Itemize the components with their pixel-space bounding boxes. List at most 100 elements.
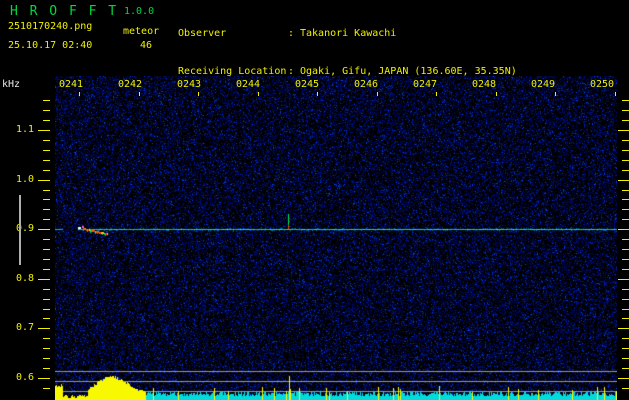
freq-tick-left [43, 170, 50, 171]
info-value: Takanori Kawachi [300, 28, 397, 39]
app-version: 1.0.0 [124, 6, 155, 17]
info-label: Observer [178, 28, 227, 39]
freq-tick-right [622, 318, 629, 319]
freq-tick-right [622, 269, 629, 270]
freq-tick-right [622, 140, 629, 141]
khz-unit-label: kHz [2, 79, 21, 90]
freq-tick-right [622, 110, 629, 111]
freq-label: 0.9 [15, 223, 34, 235]
freq-label: 0.6 [15, 372, 34, 383]
freq-tick-right [622, 358, 629, 359]
freq-tick-right [622, 160, 629, 161]
freq-tick-left [43, 299, 50, 300]
time-label: 0241 [58, 79, 84, 90]
freq-tick-left [43, 358, 50, 359]
echo-count: 46 [140, 40, 153, 51]
mode-label: meteor [123, 26, 160, 37]
freq-label: 1.0 [15, 173, 34, 185]
freq-tick-right [622, 170, 629, 171]
freq-tick-left [38, 130, 50, 131]
time-tick [317, 92, 318, 96]
freq-label: 1.1 [15, 124, 34, 135]
time-tick [614, 92, 616, 96]
freq-tick-left [38, 378, 50, 379]
info-row-observer: Observer: Takanori Kawachi [178, 28, 517, 41]
time-tick [436, 92, 437, 96]
freq-tick-left [43, 269, 50, 270]
time-tick [138, 92, 140, 96]
freq-tick-right [622, 120, 629, 121]
time-label: 0245 [294, 79, 320, 90]
freq-tick-right [622, 190, 629, 191]
time-label: 0250 [589, 79, 615, 90]
time-label: 0244 [235, 79, 261, 90]
output-filename: 2510170240.png [8, 21, 93, 32]
time-label: 0243 [176, 79, 202, 90]
freq-tick-left [43, 110, 50, 111]
freq-tick-left [43, 199, 50, 200]
freq-tick-right [618, 130, 629, 131]
freq-tick-right [622, 219, 629, 220]
time-tick [376, 92, 378, 96]
freq-tick-left [43, 309, 50, 310]
freq-tick-left [43, 120, 50, 121]
time-tick [495, 92, 497, 96]
freq-tick-left [43, 190, 50, 191]
freq-tick-right [618, 328, 629, 329]
freq-tick-right [618, 229, 629, 230]
freq-tick-right [618, 378, 629, 379]
time-label: 0246 [353, 79, 379, 90]
freq-tick-left [38, 180, 50, 181]
datetime-label: 25.10.17 02:40 [8, 40, 93, 51]
freq-tick-left [43, 209, 50, 210]
freq-tick-left [43, 140, 50, 141]
info-colon: : [288, 28, 295, 39]
spectrogram-canvas [55, 76, 617, 400]
time-label: 0249 [530, 79, 556, 90]
freq-tick-left [43, 338, 50, 339]
freq-tick-right [622, 309, 629, 310]
freq-tick-left [43, 100, 50, 101]
freq-tick-left [43, 150, 50, 151]
time-tick [555, 92, 556, 96]
freq-tick-right [622, 368, 629, 369]
freq-tick-right [622, 299, 629, 300]
freq-tick-right [622, 388, 629, 389]
time-tick [198, 92, 199, 96]
time-label: 0247 [412, 79, 438, 90]
freq-tick-left [43, 318, 50, 319]
freq-tick-left [38, 229, 50, 230]
freq-tick-left [38, 279, 50, 280]
time-label: 0242 [117, 79, 143, 90]
freq-tick-left [43, 388, 50, 389]
freq-tick-left [43, 249, 50, 250]
freq-tick-left [43, 160, 50, 161]
freq-tick-left [43, 239, 50, 240]
freq-tick-right [622, 259, 629, 260]
freq-label: 0.7 [15, 322, 34, 334]
freq-tick-right [622, 338, 629, 339]
freq-tick-right [618, 180, 629, 181]
freq-tick-right [622, 289, 629, 290]
freq-tick-right [618, 279, 629, 280]
freq-tick-right [622, 199, 629, 200]
freq-tick-left [43, 289, 50, 290]
time-tick [79, 92, 80, 96]
freq-tick-right [622, 209, 629, 210]
time-tick [257, 92, 259, 96]
freq-tick-right [622, 348, 629, 349]
freq-tick-left [43, 368, 50, 369]
freq-tick-left [38, 328, 50, 329]
freq-tick-left [43, 219, 50, 220]
freq-tick-left [43, 259, 50, 260]
freq-tick-left [43, 348, 50, 349]
info-value: Ogaki, Gifu, JAPAN (136.60E, 35.35N) [300, 65, 517, 77]
app-title: H R O F F T [10, 4, 119, 19]
freq-tick-right [622, 249, 629, 250]
freq-label: 0.8 [15, 272, 34, 284]
frequency-range-indicator [19, 195, 21, 265]
freq-tick-right [622, 239, 629, 240]
time-label: 0248 [471, 79, 497, 90]
freq-tick-right [622, 100, 629, 101]
freq-tick-right [622, 150, 629, 151]
